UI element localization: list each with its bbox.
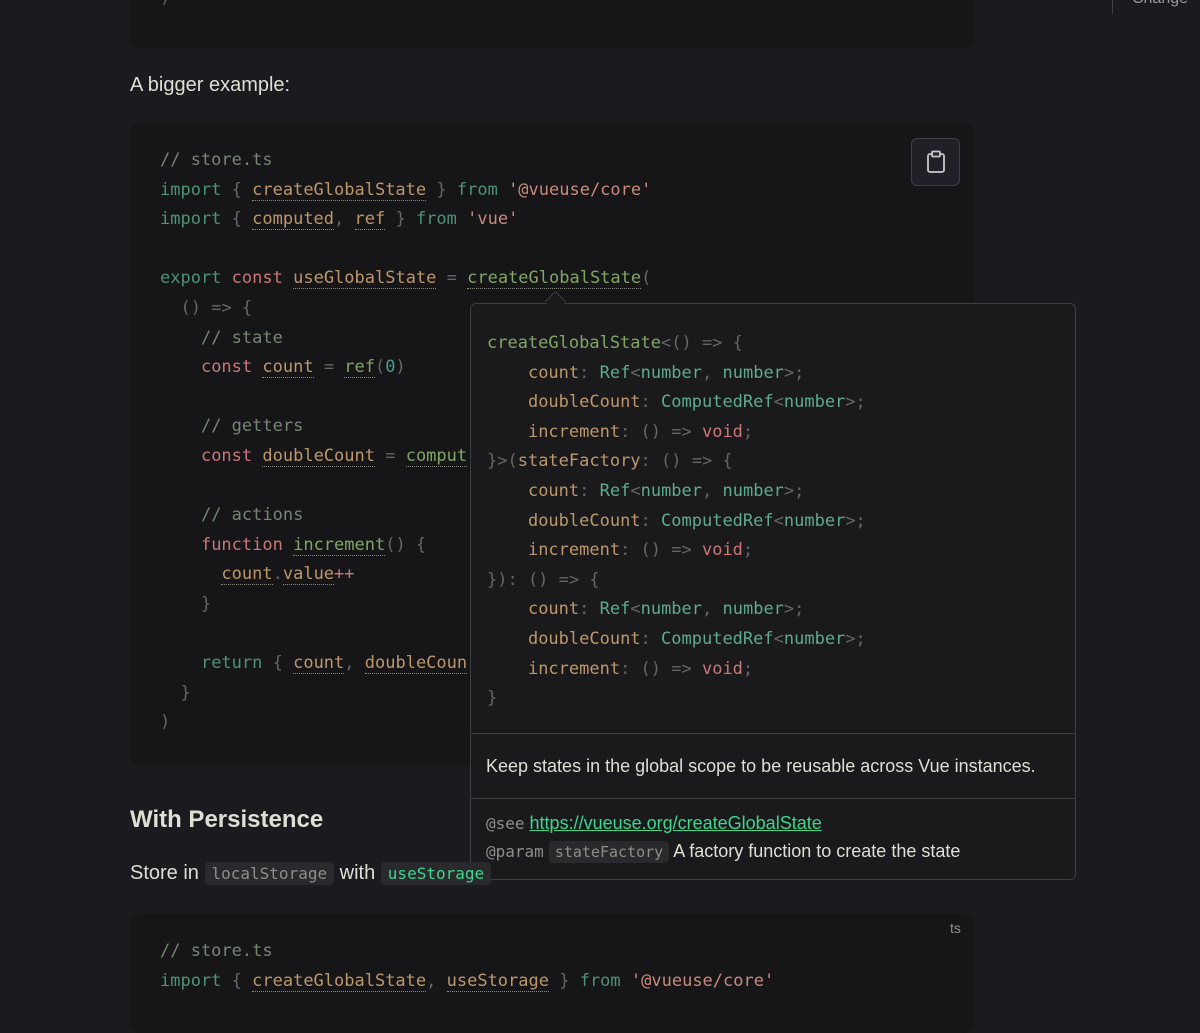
code-line: import { createGlobalState, useStorage }… (160, 970, 775, 992)
section-paragraph: Store in localStorage with useStorage (130, 862, 492, 885)
code-line: import { computed, ref } from 'vue' (160, 209, 519, 231)
code-line: // store.ts (160, 941, 273, 961)
aside-link[interactable]: Change (1132, 0, 1188, 8)
token-ref-call[interactable]: ref (344, 357, 376, 379)
token-useStorage[interactable]: useStorage (446, 970, 549, 992)
token-ref[interactable]: ref (354, 209, 386, 231)
token-computed[interactable]: computed (252, 209, 335, 231)
popup-param-tag: @param stateFactory A factory function t… (486, 841, 960, 863)
inline-code-useStorage[interactable]: useStorage (380, 862, 492, 885)
type-info-popup: createGlobalState<() => { count: Ref<num… (470, 303, 1076, 880)
token-computed-call[interactable]: comput (405, 445, 468, 467)
code-block-previous: ) (130, 0, 974, 48)
popup-description: Keep states in the global scope to be re… (486, 756, 1036, 776)
clipboard-icon (926, 150, 945, 173)
param-tag-name: @param (486, 842, 544, 861)
token-createGlobalState[interactable]: createGlobalState (252, 970, 427, 992)
token-doubleCount[interactable]: doubleCount (262, 445, 375, 467)
see-link[interactable]: https://vueuse.org/createGlobalState (530, 813, 822, 833)
aside-divider (1112, 0, 1113, 14)
param-name: stateFactory (548, 841, 670, 863)
code-line: export const useGlobalState = createGlob… (160, 268, 652, 290)
section-heading: With Persistence (130, 806, 324, 833)
code-line: import { createGlobalState } from '@vueu… (160, 179, 652, 201)
token-doubleCount-return[interactable]: doubleCoun (364, 653, 468, 675)
code-language-label: ts (950, 920, 961, 936)
token-createGlobalState[interactable]: createGlobalState (252, 179, 427, 201)
token-count-return[interactable]: count (293, 653, 345, 675)
param-description: A factory function to create the state (673, 841, 961, 861)
popup-divider (471, 733, 1075, 734)
section-paragraph: A bigger example: (130, 74, 291, 96)
code-line: ) (160, 0, 170, 14)
token-createGlobalState-call[interactable]: createGlobalState (467, 268, 642, 290)
see-tag-name: @see (486, 814, 525, 833)
popup-divider (471, 798, 1075, 799)
popup-signature: createGlobalState<() => { count: Ref<num… (487, 333, 866, 709)
popup-see-tag: @see https://vueuse.org/createGlobalStat… (486, 813, 822, 834)
code-block-persistence: // store.ts import { createGlobalState, u… (130, 913, 974, 1033)
copy-code-button[interactable] (911, 138, 960, 186)
token-value[interactable]: value (282, 564, 335, 586)
token-count[interactable]: count (262, 357, 314, 379)
code-line: // store.ts (160, 150, 273, 170)
token-increment[interactable]: increment (293, 534, 386, 556)
inline-code-localStorage: localStorage (204, 862, 335, 885)
token-useGlobalState[interactable]: useGlobalState (293, 268, 437, 290)
token-count-ref[interactable]: count (221, 564, 273, 586)
